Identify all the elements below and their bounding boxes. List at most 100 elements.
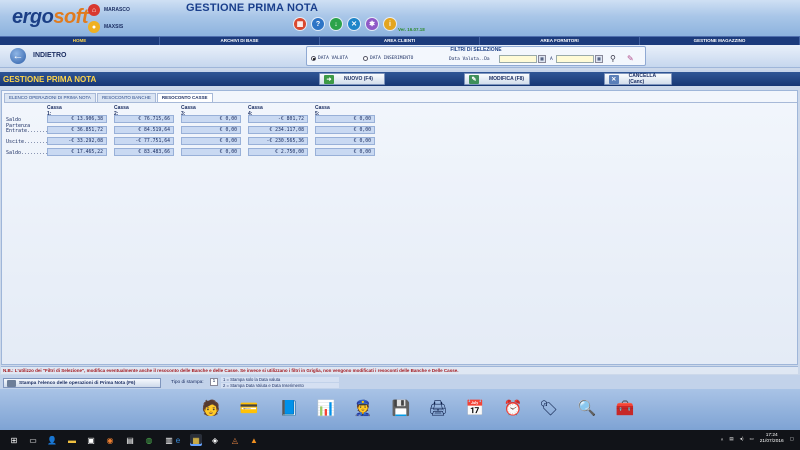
- ie-icon[interactable]: e: [172, 434, 184, 446]
- print-type-options: 1 = Stampa solo la Data valuta 2 = Stamp…: [221, 377, 339, 389]
- store-icon[interactable]: ▣: [85, 434, 97, 446]
- chart-icon[interactable]: 📊: [313, 394, 339, 422]
- network-icon[interactable]: ▤: [729, 436, 733, 442]
- task-view-icon[interactable]: ▭: [27, 434, 39, 446]
- value-cell: -€ 230.565,36: [248, 137, 308, 145]
- content-panel: ELENCO OPERAZIONI DI PRIMA NOTA RESOCONT…: [1, 90, 798, 365]
- radio-data-inserimento[interactable]: DATA INSERIMENTO: [363, 56, 413, 61]
- filters-title: FILTRI DI SELEZIONE: [450, 47, 502, 53]
- value-cell: -€ 77.751,64: [114, 137, 174, 145]
- security-icon[interactable]: 👮: [350, 394, 376, 422]
- user-icon[interactable]: 🧑: [198, 394, 224, 422]
- date-from-input[interactable]: [499, 55, 537, 63]
- settings-icon[interactable]: ✱: [366, 18, 378, 30]
- close-icon[interactable]: ✕: [348, 18, 360, 30]
- vlc-icon[interactable]: ◬: [229, 434, 241, 446]
- toolbox-icon[interactable]: 🧰: [612, 394, 638, 422]
- radio-dot-icon: [311, 56, 316, 61]
- menu-home[interactable]: HOME: [0, 37, 160, 45]
- back-arrow-icon[interactable]: ←: [10, 48, 26, 64]
- windows-start-icon[interactable]: ⊞: [8, 434, 20, 446]
- new-button[interactable]: ➜ NUOVO (F4): [319, 73, 385, 85]
- tab-elenco-operazioni[interactable]: ELENCO OPERAZIONI DI PRIMA NOTA: [4, 93, 96, 102]
- firefox-icon[interactable]: ◉: [104, 434, 116, 446]
- calendar-icon[interactable]: ▦: [294, 18, 306, 30]
- windows-taskbar: ⊞ ▭ 👤 ▬ ▣ ◉ ▤ ◍ ▥ e ▦ ◈ ◬ ▲ ˄ ▤ ◂) ▭ 17:…: [0, 430, 800, 450]
- menu-archivi[interactable]: ARCHIVI DI BASE: [160, 37, 320, 45]
- value-cell: € 76.715,66: [114, 115, 174, 123]
- ergosoft-task-icon[interactable]: ▦: [190, 434, 202, 446]
- help-icon[interactable]: ?: [312, 18, 324, 30]
- row-label: Entrate........: [6, 128, 52, 134]
- value-cell: € 17.465,22: [47, 148, 107, 156]
- search-icon[interactable]: 🔍: [574, 394, 600, 422]
- user-marasco[interactable]: ⌂ MARASCO: [88, 4, 130, 16]
- section-title: GESTIONE PRIMA NOTA: [3, 75, 97, 84]
- tab-resoconto-casse[interactable]: RESOCONTO CASSE: [156, 93, 213, 102]
- clock-icon[interactable]: ⏰: [500, 394, 526, 422]
- section-header: GESTIONE PRIMA NOTA ➜ NUOVO (F4) ✎ MODIF…: [0, 70, 800, 86]
- header-toolbar: ▦ ? ↓ ✕ ✱ i: [294, 18, 396, 30]
- delete-icon: ✕: [609, 74, 619, 84]
- eraser-icon[interactable]: ✎: [627, 54, 634, 63]
- card-icon[interactable]: 💳: [236, 394, 262, 422]
- edit-button[interactable]: ✎ MODIFICA (F8): [464, 73, 530, 85]
- chevron-up-icon[interactable]: ˄: [721, 437, 724, 442]
- value-cell: € 0,00: [181, 137, 241, 145]
- value-cell: € 2.750,00: [248, 148, 308, 156]
- value-cell: € 0,00: [315, 115, 375, 123]
- user-app-icon[interactable]: 👤: [46, 434, 58, 446]
- sub-toolbar: ← INDIETRO FILTRI DI SELEZIONE DATA VALU…: [0, 45, 800, 68]
- value-cell: € 234.117,08: [248, 126, 308, 134]
- menu-fornitori[interactable]: AREA FORNITORI: [480, 37, 640, 45]
- radio-data-valuta[interactable]: DATA VALUTA: [311, 56, 348, 61]
- keyboard-icon[interactable]: ▭: [749, 436, 753, 442]
- version-label: Ver. 16.07.18: [398, 27, 425, 32]
- printer-icon[interactable]: 🖨: [425, 394, 451, 422]
- folder-icon[interactable]: ▬: [66, 434, 78, 446]
- database-icon[interactable]: 💾: [388, 394, 414, 422]
- selection-filters: FILTRI DI SELEZIONE DATA VALUTA DATA INS…: [306, 46, 646, 66]
- value-cell: € 0,00: [315, 148, 375, 156]
- value-cell: -€ 33.292,08: [47, 137, 107, 145]
- app-window-icon[interactable]: ▤: [124, 434, 136, 446]
- clock[interactable]: 17:24 21/07/2016: [760, 433, 784, 445]
- print-type-input[interactable]: 1: [210, 378, 218, 386]
- menu-clienti[interactable]: AREA CLIENTI: [320, 37, 480, 45]
- date-to-input[interactable]: [556, 55, 594, 63]
- value-cell: € 0,00: [315, 126, 375, 134]
- value-cell: € 0,00: [181, 148, 241, 156]
- radio-dot-icon: [363, 56, 368, 61]
- binder-icon[interactable]: 📘: [276, 394, 302, 422]
- value-cell: € 0,00: [181, 126, 241, 134]
- calendar-icon[interactable]: 📅: [462, 394, 488, 422]
- calendar-icon[interactable]: ▦: [595, 55, 603, 63]
- value-cell: € 0,00: [315, 137, 375, 145]
- print-type-label: Tipo di stampa:: [171, 380, 204, 385]
- printer-icon: [7, 379, 16, 387]
- media-icon[interactable]: ▲: [248, 434, 260, 446]
- tab-resoconto-banche[interactable]: RESOCONTO BANCHE: [96, 93, 156, 102]
- user-maxsis[interactable]: ● MAXSIS: [88, 21, 123, 33]
- back-button-label[interactable]: INDIETRO: [33, 52, 66, 59]
- module-launcher: 🧑 💳 📘 📊 👮 💾 🖨 📅 ⏰ 🏷 🔍 🧰: [0, 389, 800, 430]
- home-user-icon: ⌂: [88, 4, 100, 16]
- calendar-icon[interactable]: ▦: [538, 55, 546, 63]
- print-bar: Stampa l'elenco delle operazioni di Prim…: [0, 375, 800, 389]
- chrome-icon[interactable]: ◍: [143, 434, 155, 446]
- value-cell: € 83.483,66: [114, 148, 174, 156]
- volume-icon[interactable]: ◂): [740, 436, 744, 442]
- value-cell: € 0,00: [181, 115, 241, 123]
- print-list-button[interactable]: Stampa l'elenco delle operazioni di Prim…: [3, 378, 161, 388]
- app-task-icon[interactable]: ◈: [209, 434, 221, 446]
- download-icon[interactable]: ↓: [330, 18, 342, 30]
- info-icon[interactable]: i: [384, 18, 396, 30]
- notification-icon[interactable]: ▢: [790, 436, 794, 442]
- tab-divider: [4, 102, 797, 103]
- user-icon: ●: [88, 21, 100, 33]
- tag-icon[interactable]: 🏷: [536, 394, 562, 422]
- filter-icon[interactable]: ⚲: [610, 54, 616, 63]
- menu-magazzino[interactable]: GESTIONE MAGAZZINO: [640, 37, 800, 45]
- delete-button[interactable]: ✕ CANCELLA (Canc): [604, 73, 672, 85]
- page-title: GESTIONE PRIMA NOTA: [186, 2, 319, 14]
